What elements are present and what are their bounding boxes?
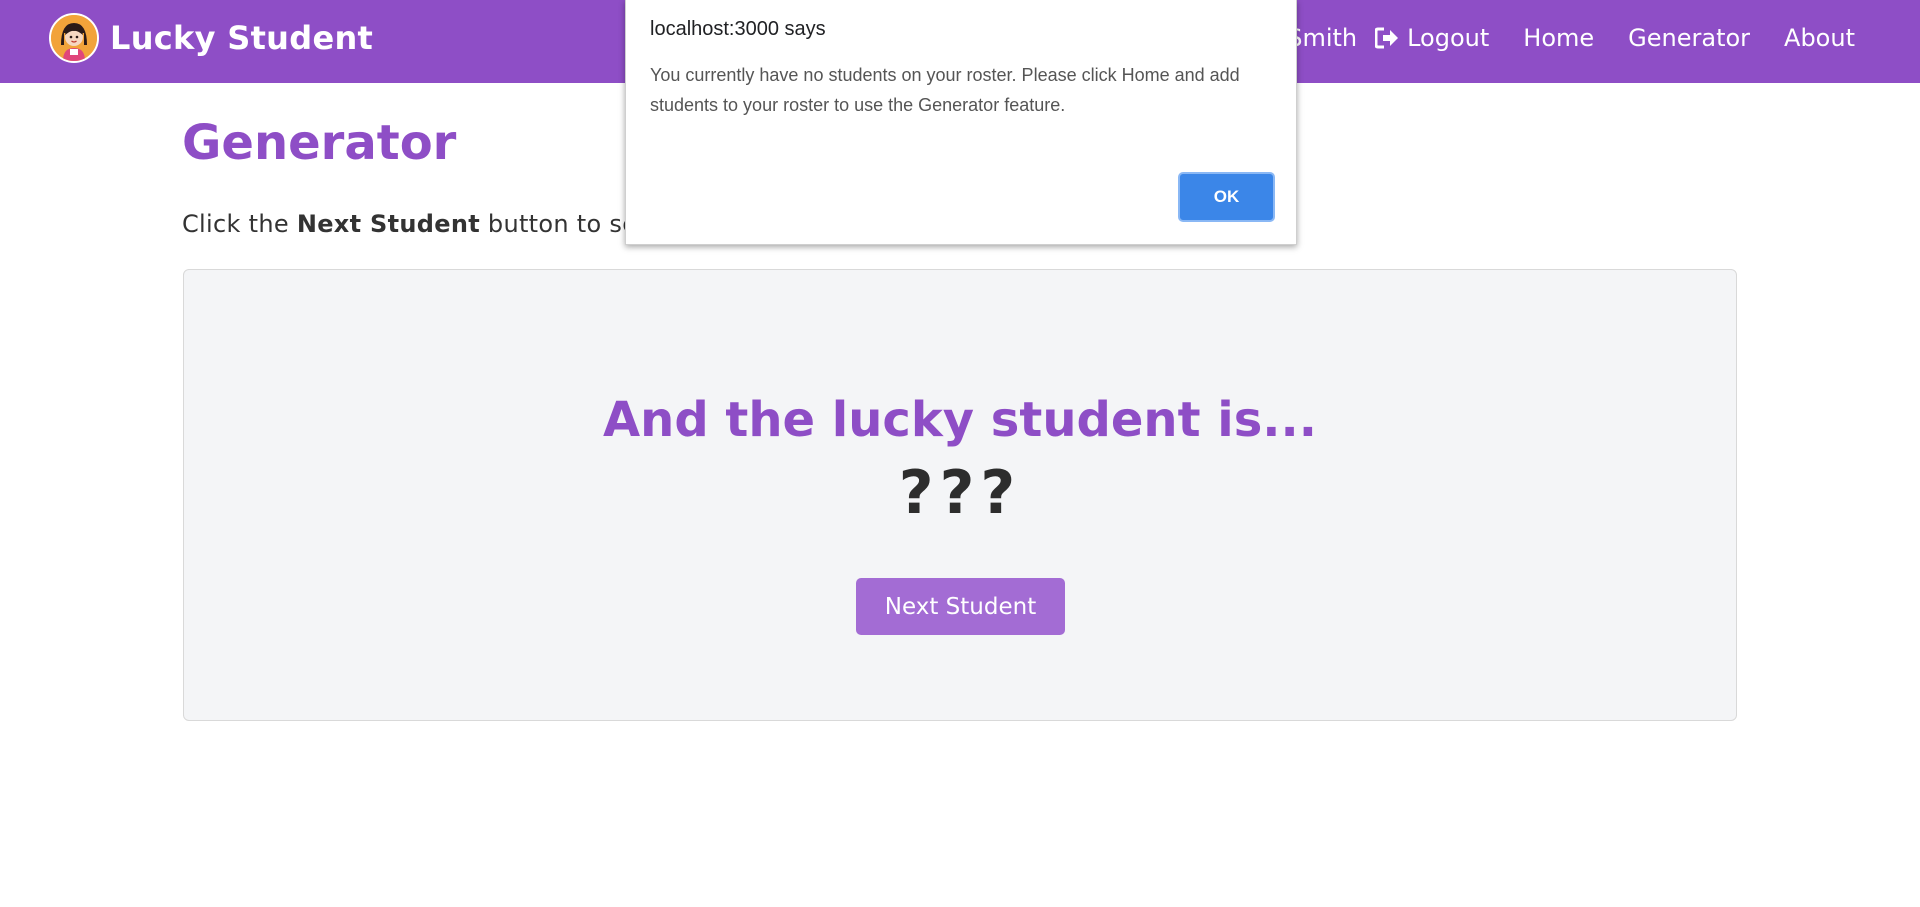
dialog-title: localhost:3000 says — [650, 18, 826, 40]
instructions-text: Click the Next Student button to sele — [182, 210, 659, 238]
next-student-button[interactable]: Next Student — [856, 578, 1065, 635]
instructions-prefix: Click the — [182, 210, 297, 238]
brand-title: Lucky Student — [110, 19, 374, 57]
dialog-message: You currently have no students on your r… — [650, 65, 1240, 115]
lucky-student-result: ??? — [898, 458, 1022, 528]
nav-right: Smith Logout Home Generator About — [1287, 0, 1855, 75]
instructions-bold: Next Student — [296, 210, 480, 238]
ok-button[interactable]: OK — [1178, 172, 1275, 222]
page-title: Generator — [182, 115, 457, 171]
user-name: Smith — [1287, 23, 1358, 52]
generator-card: And the lucky student is... ??? Next Stu… — [183, 269, 1737, 721]
logout-label: Logout — [1407, 23, 1490, 52]
student-avatar-icon — [49, 13, 99, 63]
nav-about[interactable]: About — [1784, 24, 1855, 52]
nav-generator[interactable]: Generator — [1628, 24, 1750, 52]
sign-out-icon — [1375, 27, 1399, 49]
alert-dialog: localhost:3000 says You currently have n… — [625, 0, 1297, 245]
card-heading: And the lucky student is... — [603, 392, 1317, 448]
logout-link[interactable]: Logout — [1375, 24, 1489, 52]
nav-home[interactable]: Home — [1523, 24, 1594, 52]
brand-link[interactable]: Lucky Student — [49, 13, 373, 63]
